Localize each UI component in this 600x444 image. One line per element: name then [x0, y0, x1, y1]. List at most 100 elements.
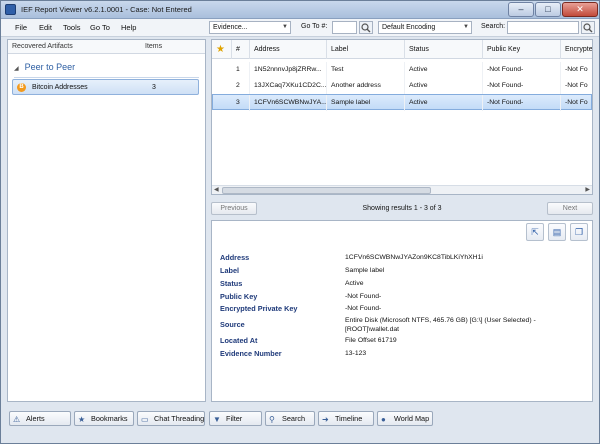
tab-label: Filter — [226, 414, 243, 423]
artifact-bitcoin-addresses[interactable]: B Bitcoin Addresses 3 — [12, 79, 199, 95]
close-button[interactable]: ✕ — [562, 2, 598, 17]
menu-edit[interactable]: Edit — [39, 23, 52, 32]
tab-label: Search — [282, 414, 306, 423]
detail-panel: ⇱ ▤ ❐ Address 1CFVn6SCWBNwJYAZon9KC8TibL… — [211, 220, 593, 402]
table-row-selected[interactable]: 3 1CFVn6SCWBNwJYA... Sample label Active… — [212, 94, 592, 111]
detail-key: Address — [220, 253, 250, 262]
collapse-caret-icon: ◢ — [14, 66, 19, 72]
bitcoin-icon: B — [17, 83, 26, 92]
pager: Previous Showing results 1 - 3 of 3 Next — [211, 200, 593, 216]
tab-filter[interactable]: ▼ Filter — [209, 411, 262, 426]
globe-icon: ● — [381, 415, 386, 424]
cell-number: 2 — [232, 78, 250, 94]
title-bar[interactable]: IEF Report Viewer v6.2.1.0001 - Case: No… — [1, 1, 599, 19]
col-public-key[interactable]: Public Key — [483, 40, 561, 59]
cell-label: Another address — [327, 78, 405, 94]
goto-input[interactable] — [332, 21, 357, 34]
next-button[interactable]: Next — [547, 202, 593, 215]
tab-chat-threading[interactable]: ▭ Chat Threading — [137, 411, 205, 426]
menu-goto[interactable]: Go To — [90, 23, 110, 32]
cell-public-key: -Not Found- — [483, 78, 561, 94]
cell-public-key: -Not Found- — [483, 95, 561, 111]
alert-icon: ⚠ — [13, 415, 21, 424]
cell-number: 3 — [232, 95, 250, 111]
cell-label: Test — [327, 62, 405, 78]
scrollbar-thumb[interactable] — [222, 187, 431, 194]
col-recovered-artifacts[interactable]: Recovered Artifacts — [12, 43, 73, 50]
cell-encrypted: -Not Fo — [561, 78, 592, 94]
app-window: IEF Report Viewer v6.2.1.0001 - Case: No… — [0, 0, 600, 444]
category-divider — [14, 77, 199, 78]
search-icon — [583, 23, 593, 33]
search-input[interactable] — [507, 21, 579, 34]
artifact-count: 3 — [152, 84, 156, 91]
tab-world-map[interactable]: ● World Map — [377, 411, 433, 426]
col-encrypted[interactable]: Encrypted — [561, 40, 592, 59]
goto-search-button[interactable] — [359, 21, 373, 34]
search-icon: ⚲ — [269, 415, 275, 424]
cell-number: 1 — [232, 62, 250, 78]
tab-alerts[interactable]: ⚠ Alerts — [9, 411, 71, 426]
cell-encrypted: -Not Fo — [561, 95, 592, 111]
category-peer-to-peer[interactable]: ◢ Peer to Peer — [14, 62, 75, 72]
col-status[interactable]: Status — [405, 40, 483, 59]
scroll-left-icon[interactable]: ◀ — [214, 186, 219, 193]
detail-key: Encrypted Private Key — [220, 304, 298, 313]
horizontal-scrollbar[interactable]: ◀ ▶ — [212, 185, 592, 194]
cell-address: 1N52nnnvJp8jZRRw... — [250, 62, 327, 78]
col-items[interactable]: Items — [145, 43, 162, 50]
tab-bookmarks[interactable]: ★ Bookmarks — [74, 411, 134, 426]
detail-value: Sample label — [345, 267, 385, 274]
scroll-right-icon[interactable]: ▶ — [585, 186, 590, 193]
encoding-select[interactable]: Default Encoding ▼ — [378, 21, 472, 34]
menu-file[interactable]: File — [15, 23, 27, 32]
encoding-select-value: Default Encoding — [382, 24, 436, 31]
goto-label: Go To #: — [301, 23, 328, 30]
evidence-select[interactable]: Evidence... ▼ — [209, 21, 291, 34]
artifact-name: Bitcoin Addresses — [32, 84, 88, 91]
report-button[interactable]: ▤ — [548, 223, 566, 241]
search-button[interactable] — [581, 21, 595, 34]
tab-label: World Map — [394, 414, 430, 423]
minimize-button[interactable]: – — [508, 2, 534, 17]
detail-value: 13-123 — [345, 350, 367, 357]
bookmark-icon: ★ — [78, 415, 86, 424]
cell-encrypted: -Not Fo — [561, 62, 592, 78]
cell-address: 1CFVn6SCWBNwJYA... — [250, 95, 327, 111]
tab-search[interactable]: ⚲ Search — [265, 411, 315, 426]
cell-status: Active — [405, 95, 483, 111]
cell-status: Active — [405, 78, 483, 94]
filter-icon: ▼ — [213, 415, 221, 424]
detail-key: Located At — [220, 336, 258, 345]
cell-address: 13JXCaq7XKu1CD2C... — [250, 78, 327, 94]
detail-key: Status — [220, 279, 243, 288]
evidence-select-value: Evidence... — [213, 24, 248, 31]
windows-icon: ❐ — [574, 227, 584, 237]
results-status: Showing results 1 - 3 of 3 — [362, 205, 442, 212]
detail-key: Public Key — [220, 292, 258, 301]
chevron-down-icon: ▼ — [463, 24, 469, 30]
col-label[interactable]: Label — [327, 40, 405, 59]
detail-value: Active — [345, 280, 364, 287]
menu-tools[interactable]: Tools — [63, 23, 81, 32]
arrow-right-icon: ➜ — [322, 415, 329, 424]
maximize-button[interactable]: □ — [535, 2, 561, 17]
bookmark-column-header[interactable]: ★ — [212, 40, 232, 59]
tab-label: Alerts — [26, 414, 45, 423]
table-row[interactable]: 1 1N52nnnvJp8jZRRw... Test Active -Not F… — [212, 62, 592, 78]
col-address[interactable]: Address — [250, 40, 327, 59]
app-icon — [5, 4, 16, 15]
col-number[interactable]: # — [232, 40, 250, 59]
tab-label: Bookmarks — [91, 414, 128, 423]
export-button[interactable]: ⇱ — [526, 223, 544, 241]
tab-timeline[interactable]: ➜ Timeline — [318, 411, 374, 426]
detail-value: 1CFVn6SCWBNwJYAZon9KC8TibLKiYhXH1i — [345, 254, 483, 261]
star-icon: ★ — [216, 44, 225, 55]
cell-status: Active — [405, 62, 483, 78]
table-row[interactable]: 2 13JXCaq7XKu1CD2C... Another address Ac… — [212, 78, 592, 94]
detail-value: Entire Disk (Microsoft NTFS, 465.76 GB) … — [345, 317, 536, 333]
window-button[interactable]: ❐ — [570, 223, 588, 241]
document-icon: ▤ — [552, 227, 562, 237]
menu-help[interactable]: Help — [121, 23, 136, 32]
chevron-down-icon: ▼ — [282, 24, 288, 30]
